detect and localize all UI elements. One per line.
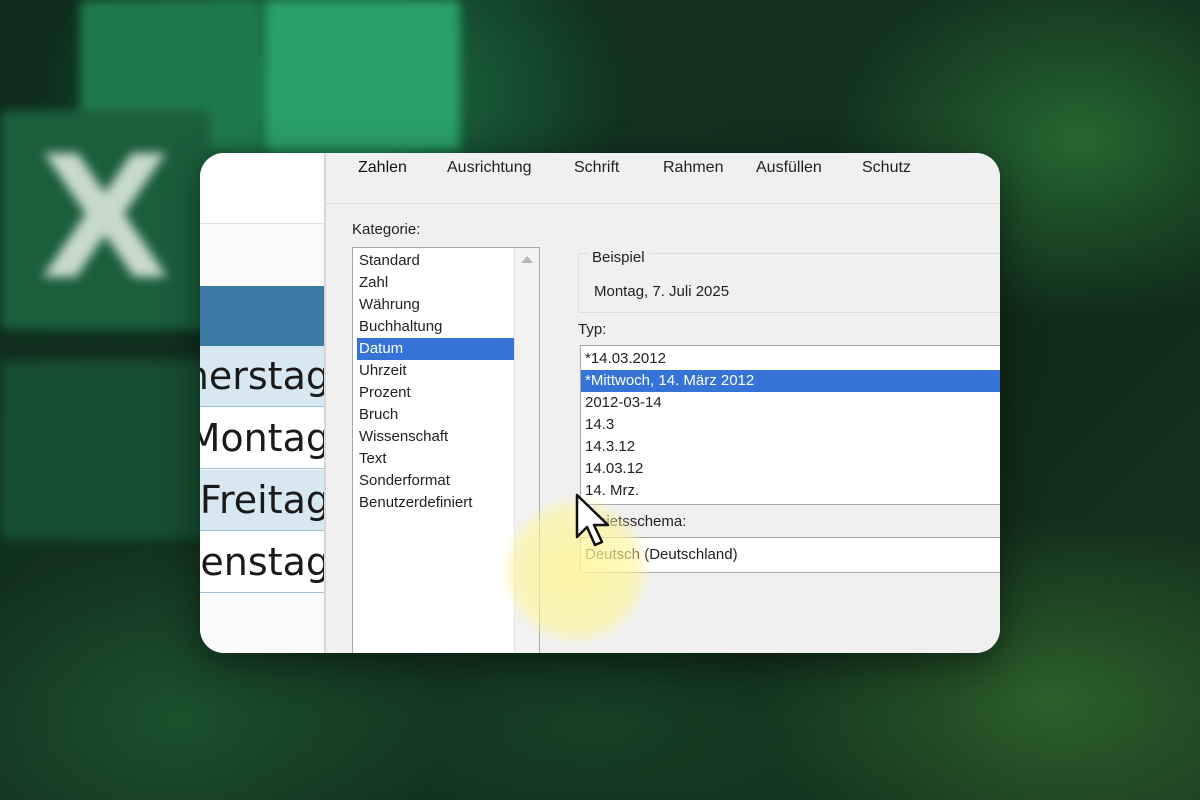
scroll-up-arrow-icon[interactable] [521, 256, 533, 263]
category-item-prozent[interactable]: Prozent [357, 382, 535, 404]
beispiel-label: Beispiel [588, 249, 649, 266]
tab-ausfuellen[interactable]: Ausfüllen [756, 153, 822, 187]
category-item-uhrzeit[interactable]: Uhrzeit [357, 360, 535, 382]
sheet-header-row [200, 286, 324, 346]
category-item-benutzerdefiniert[interactable]: Benutzerdefiniert [357, 492, 535, 514]
type-item[interactable]: 14.03.12 [581, 458, 1000, 480]
category-item-wissenschaft[interactable]: Wissenschaft [357, 426, 535, 448]
category-item-bruch[interactable]: Bruch [357, 404, 535, 426]
mouse-pointer-icon [575, 493, 610, 547]
category-item-sonderformat[interactable]: Sonderformat [357, 470, 535, 492]
tab-rahmen[interactable]: Rahmen [663, 153, 723, 187]
category-item-buchhaltung[interactable]: Buchhaltung [357, 316, 535, 338]
screenshot-card: Donnerstag Montag Freitag Dienstag Zahle… [200, 153, 1000, 653]
beispiel-value: Montag, 7. Juli 2025 [594, 283, 730, 300]
sheet-top-area [200, 153, 324, 224]
sheet-cell[interactable]: Donnerstag [200, 346, 324, 406]
type-list[interactable]: *14.03.2012 *Mittwoch, 14. März 2012 201… [580, 345, 1000, 505]
tab-schutz[interactable]: Schutz [862, 153, 911, 187]
typ-label: Typ: [578, 321, 607, 338]
spreadsheet-strip: Donnerstag Montag Freitag Dienstag [200, 153, 324, 653]
category-item-zahl[interactable]: Zahl [357, 272, 535, 294]
sheet-cell[interactable]: Dienstag [200, 532, 324, 592]
tab-ausrichtung[interactable]: Ausrichtung [447, 153, 532, 187]
type-item[interactable]: 14. Mrz. [581, 480, 1000, 502]
category-item-text[interactable]: Text [357, 448, 535, 470]
tab-zahlen[interactable]: Zahlen [358, 153, 407, 187]
sheet-cell[interactable]: Montag [200, 408, 324, 468]
type-item[interactable]: 14.3.12 [581, 436, 1000, 458]
category-item-waehrung[interactable]: Währung [357, 294, 535, 316]
type-item[interactable]: 14.3 [581, 414, 1000, 436]
type-item[interactable]: *14.03.2012 [581, 348, 1000, 370]
category-item-standard[interactable]: Standard [357, 250, 535, 272]
format-cells-dialog: Zahlen Ausrichtung Schrift Rahmen Ausfül… [324, 153, 1000, 653]
kategorie-label: Kategorie: [352, 221, 421, 238]
tab-schrift[interactable]: Schrift [574, 153, 619, 187]
type-item[interactable]: 2012-03-14 [581, 392, 1000, 414]
sheet-cell[interactable]: Freitag [200, 470, 324, 530]
tab-divider [326, 203, 1000, 204]
type-item[interactable]: *Mittwoch, 14. März 2012 [581, 370, 1000, 392]
category-item-datum[interactable]: Datum [357, 338, 535, 360]
